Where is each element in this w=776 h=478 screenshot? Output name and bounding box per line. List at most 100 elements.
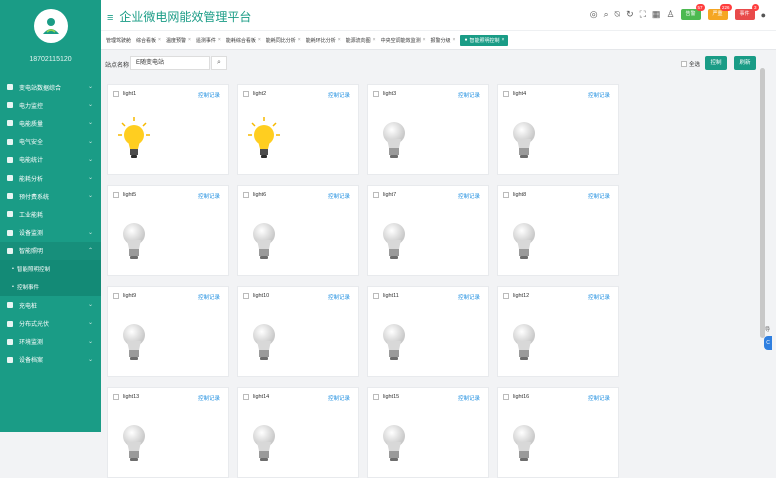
light-checkbox[interactable] (243, 91, 249, 97)
control-record-link[interactable]: 控制记录 (198, 192, 220, 200)
tab[interactable]: 能耗综合看板 × (226, 37, 261, 44)
tab[interactable]: 遥测事件 × (196, 37, 221, 44)
site-input[interactable]: E随变电站 (130, 56, 210, 70)
sidebar-item[interactable]: 能耗分析 ⌄ (0, 169, 101, 187)
close-icon[interactable]: × (298, 37, 301, 43)
tab[interactable]: 管理驾驶舱 (106, 37, 131, 44)
control-record-link[interactable]: 控制记录 (458, 192, 480, 200)
light-checkbox[interactable] (373, 293, 379, 299)
light-checkbox[interactable] (373, 394, 379, 400)
user-icon[interactable]: ● (761, 10, 766, 20)
sidebar-item[interactable]: 变电站数据综合 ⌄ (0, 78, 101, 96)
light-name: light2 (253, 91, 267, 97)
status-badge[interactable]: 事件 3 (734, 4, 759, 20)
tab[interactable]: 综合看板 × (136, 37, 161, 44)
light-checkbox[interactable] (503, 293, 509, 299)
shirt-icon[interactable]: ♙ (666, 9, 674, 20)
control-record-link[interactable]: 控制记录 (198, 394, 220, 402)
light-checkbox[interactable] (113, 192, 119, 198)
sidebar-item[interactable]: 设备档案 ⌄ (0, 351, 101, 369)
close-icon[interactable]: × (373, 37, 376, 43)
refresh-button[interactable]: 刷新 (734, 56, 756, 70)
control-record-link[interactable]: 控制记录 (588, 293, 610, 301)
side-handle[interactable]: C (764, 336, 772, 350)
tab-label: 管理驾驶舱 (106, 37, 132, 44)
select-all[interactable]: 全选 (680, 60, 700, 68)
sidebar-item-label: 电能质量 (19, 121, 44, 128)
close-icon[interactable]: × (188, 37, 191, 43)
control-record-link[interactable]: 控制记录 (458, 91, 480, 99)
chevron-down-icon: ⌄ (87, 320, 93, 327)
refresh-icon[interactable]: ↻ (626, 9, 634, 20)
control-button[interactable]: 控制 (705, 56, 727, 70)
light-card: light12 控制记录 (497, 286, 619, 377)
sidebar-item[interactable]: 电气安全 ⌄ (0, 133, 101, 151)
select-all-checkbox[interactable] (680, 61, 687, 67)
site-search-button[interactable]: ⌕ (211, 56, 227, 70)
light-checkbox[interactable] (373, 91, 379, 97)
tab[interactable]: 能耗环比分析 × (306, 37, 341, 44)
sidebar-item-label: 智能照明控制 (16, 266, 50, 273)
dashboard-icon[interactable]: ▦ (652, 9, 661, 20)
light-checkbox[interactable] (113, 293, 119, 299)
control-record-link[interactable]: 控制记录 (198, 91, 220, 99)
light-checkbox[interactable] (113, 394, 119, 400)
sidebar-item[interactable]: 设备监测 ⌄ (0, 224, 101, 242)
sidebar-item[interactable]: 电能质量 ⌄ (0, 114, 101, 132)
sidebar-item[interactable]: 电能统计 ⌄ (0, 151, 101, 169)
scrollbar-thumb[interactable] (760, 68, 765, 338)
fullscreen-icon[interactable]: ⛶ (640, 9, 646, 20)
close-icon[interactable]: × (502, 37, 505, 43)
status-badge[interactable]: 告警 57 (680, 4, 705, 20)
tab[interactable]: 报警分级 × (431, 37, 456, 44)
badge-label: 事件 (739, 11, 750, 17)
status-badge[interactable]: 严重 226 (707, 4, 732, 20)
light-checkbox[interactable] (503, 91, 509, 97)
light-checkbox[interactable] (243, 293, 249, 299)
tab[interactable]: ● 智能照明控制 × (460, 34, 509, 46)
close-icon[interactable]: × (453, 37, 456, 43)
control-record-link[interactable]: 控制记录 (588, 394, 610, 402)
sidebar-item[interactable]: 充电桩 ⌄ (0, 296, 101, 314)
tab[interactable]: 能耗同比分析 × (266, 37, 301, 44)
sidebar-item[interactable]: 环境监测 ⌄ (0, 333, 101, 351)
tab[interactable]: 能源流向图 × (346, 37, 376, 44)
control-record-link[interactable]: 控制记录 (328, 91, 350, 99)
tab[interactable]: 中央空调能效监测 × (381, 37, 426, 44)
close-icon[interactable]: × (423, 37, 426, 43)
control-record-link[interactable]: 控制记录 (458, 293, 480, 301)
light-checkbox[interactable] (243, 394, 249, 400)
tab[interactable]: 温度预警 × (166, 37, 191, 44)
light-card: light5 控制记录 (107, 185, 229, 276)
control-record-link[interactable]: 控制记录 (328, 394, 350, 402)
light-checkbox[interactable] (503, 192, 509, 198)
control-record-link[interactable]: 控制记录 (198, 293, 220, 301)
sidebar-item[interactable]: 电力监控 ⌄ (0, 96, 101, 114)
light-card: light13 控制记录 (107, 387, 229, 478)
sidebar-item[interactable]: 工业能耗 (0, 205, 101, 223)
close-icon[interactable]: × (158, 37, 161, 43)
hamburger-icon[interactable]: ≡ (107, 12, 113, 24)
sidebar-item[interactable]: 分布式光伏 ⌄ (0, 314, 101, 332)
search-icon[interactable]: ⌕ (604, 9, 609, 20)
bell-off-icon[interactable]: ⍉ (615, 9, 620, 20)
sidebar-item-label: 智能照明 (19, 249, 44, 256)
sidebar-item[interactable]: 预付费系统 ⌄ (0, 187, 101, 205)
sidebar-item[interactable]: • 控制事件 (0, 278, 101, 297)
globe-icon[interactable]: ◎ (590, 9, 598, 20)
close-icon[interactable]: × (338, 37, 341, 43)
sidebar-item[interactable]: • 智能照明控制 (0, 259, 101, 279)
chevron-down-icon: ⌄ (87, 84, 93, 90)
sidebar-item[interactable]: 智能照明 ⌃ (0, 241, 101, 260)
close-icon[interactable]: × (258, 37, 261, 43)
control-record-link[interactable]: 控制记录 (458, 394, 480, 402)
control-record-link[interactable]: 控制记录 (328, 192, 350, 200)
close-icon[interactable]: × (218, 37, 221, 43)
control-record-link[interactable]: 控制记录 (328, 293, 350, 301)
light-checkbox[interactable] (113, 91, 119, 97)
light-checkbox[interactable] (243, 192, 249, 198)
control-record-link[interactable]: 控制记录 (588, 192, 610, 200)
control-record-link[interactable]: 控制记录 (588, 91, 610, 99)
light-checkbox[interactable] (373, 192, 379, 198)
light-checkbox[interactable] (503, 394, 509, 400)
